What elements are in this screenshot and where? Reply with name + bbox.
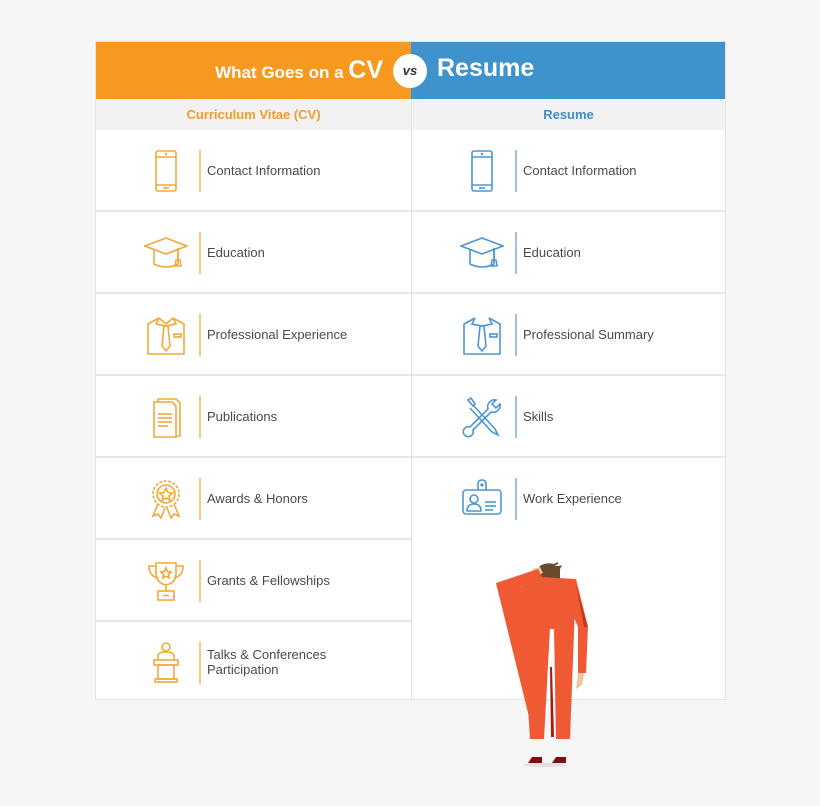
- separator-bar: [515, 478, 517, 520]
- tools-icon: [462, 396, 501, 438]
- cv-column: Contact Information Education Profession…: [96, 130, 411, 702]
- item-label: Grants & Fellowships: [207, 572, 330, 588]
- list-item: Talks & Conferences Participation: [96, 622, 411, 702]
- separator-bar: [515, 314, 517, 356]
- smartphone-icon: [471, 150, 493, 192]
- speaker-podium-icon: [153, 642, 179, 683]
- separator-bar: [199, 314, 201, 356]
- item-label: Contact Information: [523, 162, 637, 178]
- item-label: Contact Information: [207, 162, 321, 178]
- item-label: Skills: [523, 408, 554, 424]
- list-item: Education: [96, 212, 411, 294]
- graduation-cap-icon: [460, 237, 504, 268]
- separator-bar: [515, 396, 517, 438]
- separator-bar: [199, 560, 201, 602]
- list-item: Publications: [96, 376, 411, 458]
- item-label: Education: [523, 244, 581, 260]
- separator-bar: [199, 396, 201, 438]
- item-label: Professional Summary: [523, 326, 654, 342]
- list-item: Education: [412, 212, 725, 294]
- banner-cv-side: What Goes on a CV: [96, 42, 411, 99]
- list-item: Contact Information: [96, 130, 411, 212]
- resume-column-heading: Resume: [412, 99, 725, 130]
- separator-bar: [515, 232, 517, 274]
- separator-bar: [199, 150, 201, 192]
- list-item: Grants & Fellowships: [96, 540, 411, 622]
- graduation-cap-icon: [144, 237, 188, 268]
- award-badge-icon: [151, 480, 181, 520]
- person-illustration: [496, 562, 588, 767]
- item-label: Publications: [207, 408, 278, 424]
- list-item: Work Experience: [412, 458, 725, 538]
- banner-title-left: What Goes on a CV: [215, 56, 383, 85]
- item-label: Professional Experience: [207, 326, 348, 342]
- title-cv: CV: [348, 56, 383, 84]
- smartphone-icon: [155, 150, 177, 192]
- item-label: Awards & Honors: [207, 490, 308, 506]
- resume-column: Contact Information Education Profession…: [412, 130, 725, 538]
- banner-resume-side: Resume: [411, 42, 725, 99]
- title-resume: Resume: [437, 54, 535, 82]
- cv-column-heading: Curriculum Vitae (CV): [96, 99, 411, 130]
- shirt-tie-icon: [463, 317, 501, 355]
- title-banner: What Goes on a CV Resume vs: [96, 42, 725, 99]
- vs-badge: vs: [393, 54, 427, 88]
- list-item: Contact Information: [412, 130, 725, 212]
- list-item: Awards & Honors: [96, 458, 411, 540]
- id-badge-icon: [462, 479, 502, 515]
- item-label: Education: [207, 244, 265, 260]
- separator-bar: [515, 150, 517, 192]
- list-item: Professional Summary: [412, 294, 725, 376]
- comparison-card: What Goes on a CV Resume vs Curriculum V…: [95, 41, 726, 702]
- list-item: Skills: [412, 376, 725, 458]
- separator-bar: [199, 642, 201, 684]
- separator-bar: [199, 232, 201, 274]
- separator-bar: [199, 478, 201, 520]
- shirt-tie-icon: [147, 317, 185, 355]
- trophy-icon: [148, 562, 184, 601]
- item-label: Talks & Conferences Participation: [207, 647, 327, 677]
- title-prefix: What Goes on a: [215, 63, 344, 82]
- list-item: Professional Experience: [96, 294, 411, 376]
- item-label: Work Experience: [523, 490, 622, 506]
- documents-icon: [153, 398, 181, 438]
